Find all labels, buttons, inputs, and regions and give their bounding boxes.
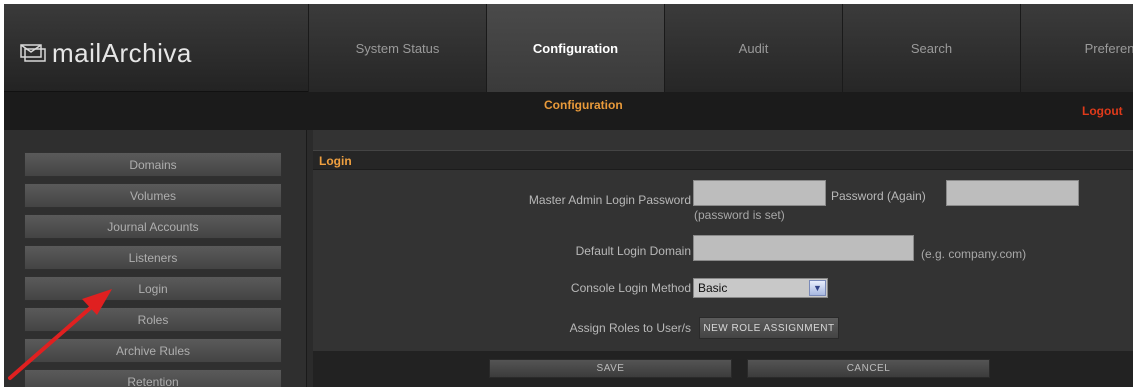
sidebar-item-journal-accounts[interactable]: Journal Accounts: [24, 214, 282, 239]
password-again-label: Password (Again): [831, 189, 926, 203]
assign-roles-label: Assign Roles to User/s: [569, 321, 691, 335]
master-password-label: Master Admin Login Password: [528, 193, 691, 207]
sidebar-item-login[interactable]: Login: [24, 276, 282, 301]
sidebar: Domains Volumes Journal Accounts Listene…: [4, 130, 307, 387]
section-header: Login: [313, 150, 1133, 170]
form-footer: SAVE CANCEL: [313, 351, 1133, 387]
sidebar-item-archive-rules[interactable]: Archive Rules: [24, 338, 282, 363]
main-nav: System Status Configuration Audit Search…: [308, 4, 1133, 92]
header: mailArchiva System Status Configuration …: [4, 4, 1133, 92]
default-domain-input[interactable]: [693, 235, 914, 261]
page-title: Configuration: [544, 98, 623, 112]
main-panel: Login Master Admin Login Password Passwo…: [313, 130, 1133, 387]
new-role-assignment-button[interactable]: NEW ROLE ASSIGNMENT: [699, 317, 839, 339]
login-method-label: Console Login Method: [570, 281, 691, 295]
tab-configuration[interactable]: Configuration: [486, 4, 664, 92]
sidebar-item-volumes[interactable]: Volumes: [24, 183, 282, 208]
tab-system-status[interactable]: System Status: [308, 4, 486, 92]
app-logo: mailArchiva: [18, 38, 192, 68]
sidebar-item-domains[interactable]: Domains: [24, 152, 282, 177]
tab-preferences[interactable]: Preferen: [1020, 4, 1133, 92]
sidebar-item-retention[interactable]: Retention: [24, 369, 282, 387]
section-title: Login: [319, 154, 352, 168]
tab-search[interactable]: Search: [842, 4, 1020, 92]
save-button[interactable]: SAVE: [489, 359, 732, 378]
password-status: (password is set): [694, 208, 785, 222]
default-domain-hint: (e.g. company.com): [921, 247, 1027, 261]
app-window: mailArchiva System Status Configuration …: [4, 4, 1133, 387]
sidebar-item-listeners[interactable]: Listeners: [24, 245, 282, 270]
login-method-value: Basic: [698, 281, 728, 295]
password-again-input[interactable]: [946, 180, 1079, 206]
logo-text: mailArchiva: [52, 37, 192, 68]
sidebar-item-roles[interactable]: Roles: [24, 307, 282, 332]
master-password-input[interactable]: [693, 180, 826, 206]
default-domain-label: Default Login Domain: [575, 244, 691, 258]
envelope-icon: [20, 44, 46, 62]
tab-audit[interactable]: Audit: [664, 4, 842, 92]
login-method-select[interactable]: Basic ▼: [693, 278, 828, 298]
cancel-button[interactable]: CANCEL: [747, 359, 990, 378]
sub-header: Configuration Logout: [4, 92, 1133, 130]
logout-link[interactable]: Logout: [1082, 104, 1123, 118]
chevron-down-icon[interactable]: ▼: [809, 280, 826, 296]
